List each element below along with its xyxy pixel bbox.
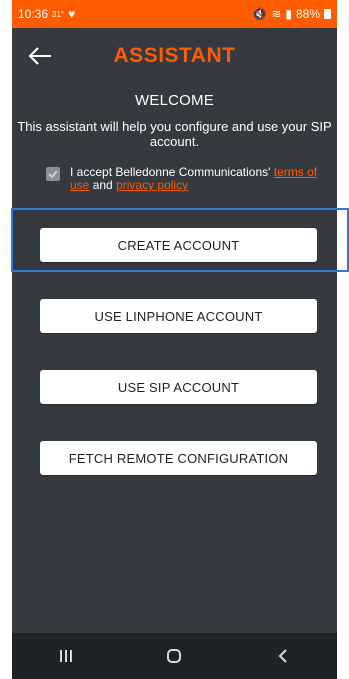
terms-and: and: [89, 178, 117, 192]
nav-back-button[interactable]: [263, 636, 303, 676]
status-time: 10:36: [18, 7, 49, 21]
fetch-remote-configuration-button[interactable]: FETCH REMOTE CONFIGURATION: [40, 441, 317, 475]
battery-text: 88%: [295, 7, 320, 21]
back-button[interactable]: [12, 28, 68, 84]
welcome-section: WELCOME This assistant will help you con…: [12, 84, 337, 192]
battery-icon: [324, 9, 331, 19]
status-right: 🔇 ≋ ▮ 88%: [252, 7, 331, 21]
app-header: ASSISTANT: [12, 28, 337, 84]
use-sip-account-button[interactable]: USE SIP ACCOUNT: [40, 370, 317, 404]
recents-button[interactable]: [46, 636, 86, 676]
terms-prefix: I accept Belledonne Communications': [70, 165, 274, 179]
page-title: ASSISTANT: [113, 44, 236, 67]
mute-icon: 🔇: [252, 7, 268, 21]
status-temp: 31°: [52, 9, 65, 19]
phone-screen: 10:36 31° ♥ 🔇 ≋ ▮ 88% ASSISTANT WELCOME …: [12, 0, 337, 679]
highlight-box: [11, 208, 349, 272]
arrow-left-icon: [28, 47, 51, 65]
recents-icon: [60, 650, 73, 662]
wifi-icon: ≋: [271, 7, 282, 21]
privacy-policy-link[interactable]: privacy policy: [116, 178, 188, 192]
home-icon: [167, 649, 182, 663]
status-bar: 10:36 31° ♥ 🔇 ≋ ▮ 88%: [12, 0, 337, 28]
notification-icon: ♥: [68, 7, 76, 21]
status-left: 10:36 31° ♥: [18, 7, 75, 21]
chevron-left-icon: [278, 649, 287, 663]
system-nav-bar: [12, 633, 337, 679]
home-button[interactable]: [154, 636, 194, 676]
terms-row: I accept Belledonne Communications' term…: [12, 166, 337, 192]
terms-text: I accept Belledonne Communications' term…: [70, 166, 329, 192]
welcome-description: This assistant will help you configure a…: [17, 119, 332, 149]
signal-icon: ▮: [285, 7, 292, 21]
terms-checkbox[interactable]: [46, 167, 60, 181]
welcome-heading: WELCOME: [135, 92, 214, 109]
use-linphone-account-button[interactable]: USE LINPHONE ACCOUNT: [40, 299, 317, 333]
checkmark-icon: [48, 170, 58, 179]
